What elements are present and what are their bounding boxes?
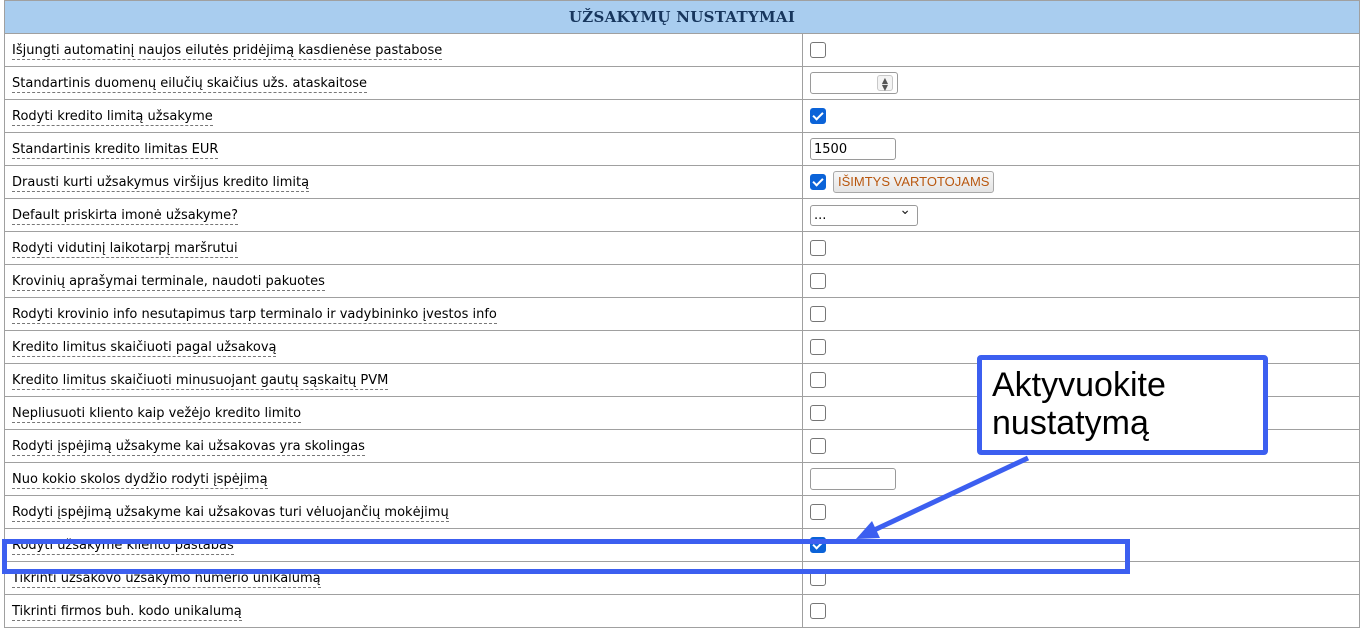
setting-checkbox[interactable] [810,372,826,388]
setting-checkbox[interactable] [810,603,826,619]
settings-row: Tikrinti firmos buh. kodo unikalumą [4,594,1360,628]
setting-label-cell: Rodyti krovinio info nesutapimus tarp te… [4,297,803,331]
setting-control-cell: ▲ ▼ [802,66,1360,100]
setting-control-cell: ... ⌄ [802,198,1360,232]
setting-control-cell: IŠIMTYS VARTOTOJAMS [802,165,1360,199]
setting-label: Kredito limitus skaičiuoti minusuojant g… [12,372,389,390]
setting-label-cell: Rodyti kredito limitą užsakyme [4,99,803,133]
setting-label: Rodyti įspėjimą užsakyme kai užsakovas y… [12,438,365,456]
setting-label: Rodyti krovinio info nesutapimus tarp te… [12,306,497,324]
setting-checkbox[interactable] [810,240,826,256]
setting-checkbox[interactable] [810,405,826,421]
setting-label: Rodyti įspėjimą užsakyme kai užsakovas t… [12,504,449,522]
setting-label-cell: Nuo kokio skolos dydžio rodyti įspėjimą [4,462,803,496]
settings-table: UŽSAKYMŲ NUSTATYMAI Išjungti automatinį … [4,0,1360,628]
setting-control-cell [802,594,1360,628]
setting-label: Tikrinti firmos buh. kodo unikalumą [12,603,242,621]
settings-row: Rodyti vidutinį laikotarpį maršrutui [4,231,1360,265]
settings-row: Nuo kokio skolos dydžio rodyti įspėjimą [4,462,1360,496]
settings-row: Rodyti krovinio info nesutapimus tarp te… [4,297,1360,331]
setting-control-cell [802,528,1360,562]
settings-row: Krovinių aprašymai terminale, naudoti pa… [4,264,1360,298]
setting-checkbox[interactable] [810,537,826,553]
setting-label: Išjungti automatinį naujos eilutės pridė… [12,42,443,60]
setting-label-cell: Tikrinti firmos buh. kodo unikalumą [4,594,803,628]
setting-label-cell: Kredito limitus skaičiuoti pagal užsakov… [4,330,803,364]
settings-row: Rodyti įspėjimą užsakyme kai užsakovas t… [4,495,1360,529]
settings-row: Default priskirta imonė užsakyme?... ⌄ [4,198,1360,232]
setting-control-cell [802,462,1360,496]
settings-row: Tikrinti užsakovo užsakymo numerio unika… [4,561,1360,595]
chevron-down-icon: ⌄ [899,201,911,218]
spinner-arrows-icon[interactable]: ▲ ▼ [877,75,893,92]
setting-label-cell: Rodyti įspėjimą užsakyme kai užsakovas y… [4,429,803,463]
settings-row: Standartinis kredito limitas EUR 1500 [4,132,1360,166]
setting-text-input[interactable] [810,468,896,490]
setting-control-cell [802,99,1360,133]
setting-control-cell [802,561,1360,595]
setting-label: Default priskirta imonė užsakyme? [12,207,239,225]
setting-control-cell: 1500 [802,132,1360,166]
settings-row: Standartinis duomenų eilučių skaičius už… [4,66,1360,100]
setting-label: Nuo kokio skolos dydžio rodyti įspėjimą [12,471,268,489]
setting-label: Rodyti užsakyme kliento pastabas [12,537,234,555]
setting-label-cell: Krovinių aprašymai terminale, naudoti pa… [4,264,803,298]
setting-control-cell [802,495,1360,529]
setting-label-cell: Tikrinti užsakovo užsakymo numerio unika… [4,561,803,595]
setting-label-cell: Kredito limitus skaičiuoti minusuojant g… [4,363,803,397]
setting-label: Nepliusuoti kliento kaip vežėjo kredito … [12,405,302,423]
setting-label-cell: Standartinis kredito limitas EUR [4,132,803,166]
company-select[interactable]: ... ⌄ [810,201,918,226]
setting-label-cell: Išjungti automatinį naujos eilutės pridė… [4,33,803,67]
settings-row: Išjungti automatinį naujos eilutės pridė… [4,33,1360,67]
setting-control-cell [802,231,1360,265]
setting-label: Rodyti kredito limitą užsakyme [12,108,213,126]
setting-control-cell [802,33,1360,67]
setting-label-cell: Nepliusuoti kliento kaip vežėjo kredito … [4,396,803,430]
setting-control-cell [802,264,1360,298]
setting-label-cell: Rodyti įspėjimą užsakyme kai užsakovas t… [4,495,803,529]
setting-label-cell: Default priskirta imonė užsakyme? [4,198,803,232]
setting-checkbox[interactable] [810,438,826,454]
rows-count-input[interactable]: ▲ ▼ [810,72,898,94]
setting-checkbox[interactable] [810,108,826,124]
setting-control-cell [802,297,1360,331]
setting-checkbox[interactable] [810,570,826,586]
setting-label: Rodyti vidutinį laikotarpį maršrutui [12,240,238,258]
table-header: UŽSAKYMŲ NUSTATYMAI [4,0,1360,34]
setting-label: Standartinis kredito limitas EUR [12,141,219,159]
setting-checkbox[interactable] [810,339,826,355]
setting-label: Krovinių aprašymai terminale, naudoti pa… [12,273,325,291]
setting-label: Drausti kurti užsakymus viršijus kredito… [12,174,310,192]
setting-label-cell: Rodyti užsakyme kliento pastabas [4,528,803,562]
settings-row: Rodyti kredito limitą užsakyme [4,99,1360,133]
setting-label: Kredito limitus skaičiuoti pagal užsakov… [12,339,277,357]
setting-checkbox[interactable] [810,306,826,322]
setting-checkbox[interactable] [810,42,826,58]
setting-label-cell: Rodyti vidutinį laikotarpį maršrutui [4,231,803,265]
user-exceptions-button[interactable]: IŠIMTYS VARTOTOJAMS [833,171,995,193]
annotation-callout: Aktyvuokite nustatymą [977,355,1268,455]
setting-label-cell: Standartinis duomenų eilučių skaičius už… [4,66,803,100]
setting-label: Tikrinti užsakovo užsakymo numerio unika… [12,570,321,588]
setting-checkbox[interactable] [810,174,826,190]
section-title: UŽSAKYMŲ NUSTATYMAI [4,0,1360,34]
setting-text-input[interactable]: 1500 [810,138,896,160]
setting-checkbox[interactable] [810,273,826,289]
settings-row: Rodyti užsakyme kliento pastabas [4,528,1360,562]
setting-checkbox[interactable] [810,504,826,520]
settings-row: Drausti kurti užsakymus viršijus kredito… [4,165,1360,199]
select-value: ... [814,207,827,223]
setting-label-cell: Drausti kurti užsakymus viršijus kredito… [4,165,803,199]
setting-label: Standartinis duomenų eilučių skaičius už… [12,75,368,93]
